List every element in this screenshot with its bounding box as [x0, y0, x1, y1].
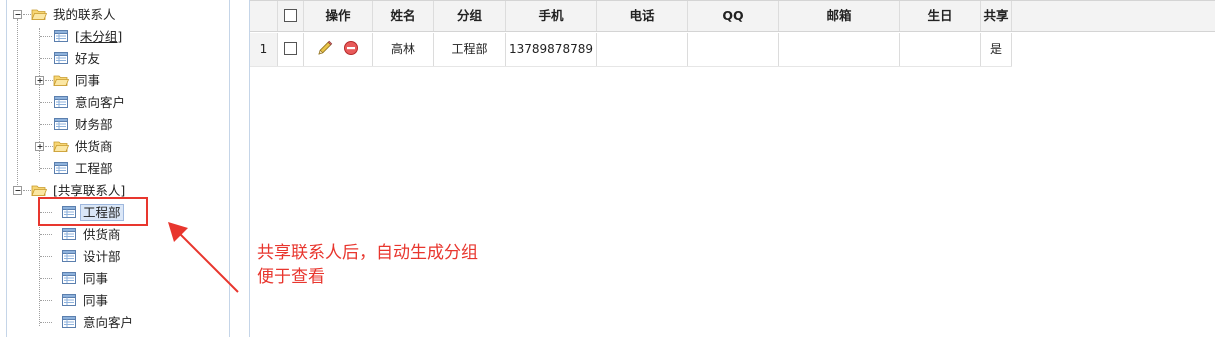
col-header-name[interactable]: 姓名 [373, 1, 434, 31]
list-icon [62, 206, 76, 218]
row-shared: 是 [981, 33, 1012, 66]
tree-node-friends[interactable]: 好友 [7, 47, 227, 69]
col-header-group[interactable]: 分组 [434, 1, 506, 31]
delete-icon[interactable] [343, 40, 359, 56]
tree-node-label: 同事 [75, 73, 101, 88]
collapse-toggle-icon[interactable] [13, 186, 22, 195]
list-icon [54, 30, 68, 42]
folder-icon [53, 141, 69, 152]
tree-node-label: 设计部 [83, 249, 121, 264]
row-name: 高林 [373, 33, 434, 66]
expand-toggle-icon[interactable] [35, 76, 44, 85]
collapse-toggle-icon[interactable] [13, 10, 22, 19]
list-icon [62, 272, 76, 284]
col-header-qq[interactable]: QQ [688, 1, 779, 31]
annotation-text: 共享联系人后，自动生成分组 便于查看 [257, 241, 478, 289]
select-all-cell [278, 1, 304, 31]
tree-node-label: 同事 [83, 293, 109, 308]
folder-icon [53, 75, 69, 86]
list-icon [62, 316, 76, 328]
list-icon [54, 118, 68, 130]
tree-node-label: 意向客户 [75, 95, 126, 110]
row-select-cell [278, 33, 304, 66]
tree-node-label: 工程部 [80, 204, 124, 221]
select-all-checkbox[interactable] [284, 9, 297, 22]
tree-node-label: [共享联系人] [53, 183, 126, 198]
list-icon [54, 162, 68, 174]
tree-node-label: [未分组] [75, 29, 123, 44]
table-row[interactable]: 1 高林 工程部 13789878789 是 [250, 33, 1012, 67]
tree-node-finance[interactable]: 财务部 [7, 113, 227, 135]
list-icon [62, 228, 76, 240]
tree-node-label: 意向客户 [83, 315, 134, 330]
row-actions [304, 33, 373, 66]
list-icon [54, 52, 68, 64]
tree-node-ungrouped[interactable]: [未分组] [7, 25, 227, 47]
row-mobile: 13789878789 [506, 33, 597, 66]
tree-node-shared-prospects[interactable]: 意向客户 [7, 311, 227, 333]
col-header-shared[interactable]: 共享 [981, 1, 1012, 31]
row-checkbox[interactable] [284, 42, 297, 55]
list-icon [62, 250, 76, 262]
col-header-mobile[interactable]: 手机 [506, 1, 597, 31]
callout-arrow-icon [168, 222, 239, 293]
tree-node-prospects[interactable]: 意向客户 [7, 91, 227, 113]
annotation-line-2: 便于查看 [257, 267, 325, 287]
tree-node-colleagues-folder[interactable]: 同事 [7, 69, 227, 91]
list-icon [54, 96, 68, 108]
row-qq [688, 33, 779, 66]
rownum-header [250, 1, 278, 31]
col-header-birthday[interactable]: 生日 [900, 1, 981, 31]
row-email [779, 33, 900, 66]
tree-node-suppliers-folder[interactable]: 供货商 [7, 135, 227, 157]
row-phone [597, 33, 688, 66]
tree-node-engineering[interactable]: 工程部 [7, 157, 227, 179]
row-number: 1 [250, 33, 278, 66]
annotation-line-1: 共享联系人后，自动生成分组 [257, 243, 478, 263]
col-header-actions[interactable]: 操作 [304, 1, 373, 31]
tree-node-label: 工程部 [75, 161, 113, 176]
tree-node-label: 好友 [75, 51, 101, 66]
col-header-phone[interactable]: 电话 [597, 1, 688, 31]
row-group: 工程部 [434, 33, 506, 66]
tree-node-label: 财务部 [75, 117, 113, 132]
tree-node-label: 同事 [83, 271, 109, 286]
grid-header: 操作 姓名 分组 手机 电话 QQ 邮箱 生日 共享 [250, 0, 1215, 32]
tree-node-label: 我的联系人 [53, 7, 116, 22]
tree-node-label: 供货商 [75, 139, 113, 154]
tree-node-shared-contacts[interactable]: [共享联系人] [7, 179, 227, 201]
col-header-email[interactable]: 邮箱 [779, 1, 900, 31]
row-birthday [900, 33, 981, 66]
folder-open-icon [31, 9, 47, 20]
tree-node-my-contacts[interactable]: 我的联系人 [7, 3, 227, 25]
edit-pencil-icon[interactable] [317, 40, 333, 56]
list-icon [62, 294, 76, 306]
tree-node-label: 供货商 [83, 227, 121, 242]
folder-open-icon [31, 185, 47, 196]
expand-toggle-icon[interactable] [35, 142, 44, 151]
